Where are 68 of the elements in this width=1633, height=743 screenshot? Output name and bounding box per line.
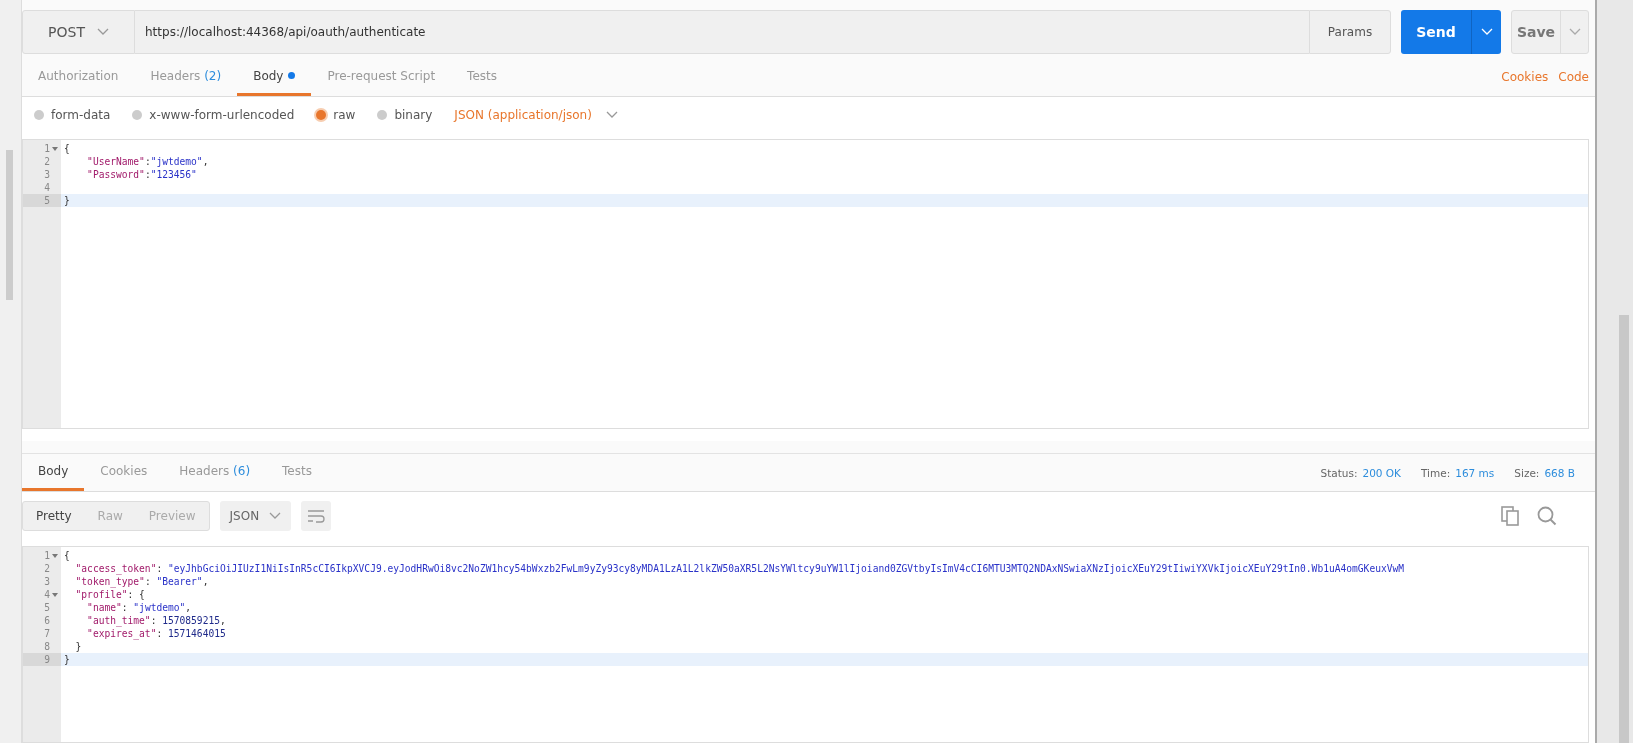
line-number: 8 bbox=[44, 641, 50, 652]
line-number: 9 bbox=[44, 654, 50, 665]
line-number: 2 bbox=[44, 563, 50, 574]
line-number: 3 bbox=[44, 576, 50, 587]
meta-value: 167 ms bbox=[1455, 466, 1495, 479]
code-line: "UserName":"jwtdemo", bbox=[86, 156, 209, 167]
request-tab[interactable]: Authorization bbox=[22, 58, 135, 96]
scrollbar-thumb[interactable] bbox=[6, 150, 13, 300]
code-editor[interactable] bbox=[22, 546, 1589, 743]
body-type-radio[interactable]: raw bbox=[316, 108, 356, 122]
fold-arrow-icon[interactable] bbox=[52, 591, 58, 598]
body-type-radio[interactable]: x-www-form-urlencoded bbox=[132, 108, 295, 122]
response-tab[interactable]: Cookies bbox=[84, 454, 164, 491]
response-tab[interactable]: Headers (6) bbox=[163, 454, 267, 491]
line-number: 7 bbox=[44, 628, 50, 639]
code-line: { bbox=[64, 143, 70, 154]
line-number: 3 bbox=[44, 169, 50, 180]
body-type-radio[interactable]: binary bbox=[377, 108, 433, 122]
fold-arrow-icon[interactable] bbox=[52, 145, 58, 152]
search-icon[interactable] bbox=[1537, 506, 1557, 526]
code-line: } bbox=[64, 195, 70, 206]
content-type-dropdown[interactable]: JSON (application/json) bbox=[454, 108, 618, 122]
chevron-icon bbox=[1480, 28, 1493, 36]
line-number: 1 bbox=[44, 143, 50, 154]
line-number: 5 bbox=[44, 195, 50, 206]
line-number: 5 bbox=[44, 602, 50, 613]
code-line: } bbox=[74, 641, 82, 652]
meta-value: 668 B bbox=[1544, 466, 1575, 479]
code-line: "expires_at": 1571464015 bbox=[86, 628, 226, 639]
code-line: "token_type": "Bearer", bbox=[74, 576, 209, 587]
chevron-icon bbox=[605, 111, 618, 119]
line-number: 4 bbox=[44, 182, 50, 193]
format-dropdown[interactable]: JSON bbox=[219, 501, 292, 531]
code-line: "auth_time": 1570859215, bbox=[86, 615, 226, 626]
request-tab[interactable]: Headers (2) bbox=[134, 58, 238, 96]
meta-label: Time: bbox=[1421, 466, 1451, 479]
body-type-radio[interactable]: form-data bbox=[34, 108, 111, 122]
view-mode-button[interactable]: Pretty bbox=[23, 502, 85, 530]
chevron-icon bbox=[269, 512, 282, 520]
code-line: "Password":"123456" bbox=[86, 169, 197, 180]
meta-label: Size: bbox=[1514, 466, 1540, 479]
line-number: 4 bbox=[44, 589, 50, 600]
code-line: "name": "jwtdemo", bbox=[86, 602, 192, 613]
code-line: } bbox=[64, 654, 70, 665]
chevron-icon bbox=[1568, 28, 1581, 36]
code-editor[interactable]: 1 2 3 4 5 { "UserName":"jwtdemo", "Password":"123456" } bbox=[22, 139, 1589, 429]
code-line: "access_token": "eyJhbGciOiJIUzI1NiIsInR5cCI6IkpXVCJ9.eyJodHRwOi8vc2NoZW1hcy54bWxzb2FwLm9yZy93cy8yMDA1LzA1L2lkZW50aXR5L2NsYWltcy9uYW1lIjoiand0ZGVtbyIsImV4cCI6MTU3MTQ2NDAxNSwiaXNzIjoicXEuY29tIiwiYXVkIjoicXEuY29tIn0.Wb1uA4omGKeuxVwM bbox=[74, 563, 1405, 574]
params-button[interactable]: Params bbox=[1309, 10, 1391, 54]
line-number: 1 bbox=[44, 550, 50, 561]
copy-icon[interactable] bbox=[1501, 506, 1519, 526]
link[interactable]: Code bbox=[1558, 58, 1589, 96]
wrap-lines-icon bbox=[307, 509, 326, 523]
request-tab[interactable]: Pre-request Script bbox=[311, 58, 452, 96]
meta-label: Status: bbox=[1320, 466, 1358, 479]
code-line: { bbox=[64, 550, 70, 561]
scrollbar-thumb[interactable] bbox=[1619, 315, 1629, 743]
link[interactable]: Cookies bbox=[1501, 58, 1549, 96]
request-tab[interactable]: Tests bbox=[451, 58, 513, 96]
code-line: "profile": { bbox=[74, 589, 145, 600]
response-tab[interactable]: Tests bbox=[266, 454, 328, 491]
line-number: 6 bbox=[44, 615, 50, 626]
fold-arrow-icon[interactable] bbox=[52, 552, 58, 559]
meta-value: 200 OK bbox=[1362, 466, 1401, 479]
line-number: 2 bbox=[44, 156, 50, 167]
method-dropdown[interactable]: POST bbox=[22, 10, 135, 54]
wrap-lines-button[interactable] bbox=[301, 501, 332, 531]
url-field[interactable]: https://localhost:44368/api/oauth/authenticate bbox=[135, 10, 1309, 54]
chevron-icon bbox=[96, 28, 109, 36]
